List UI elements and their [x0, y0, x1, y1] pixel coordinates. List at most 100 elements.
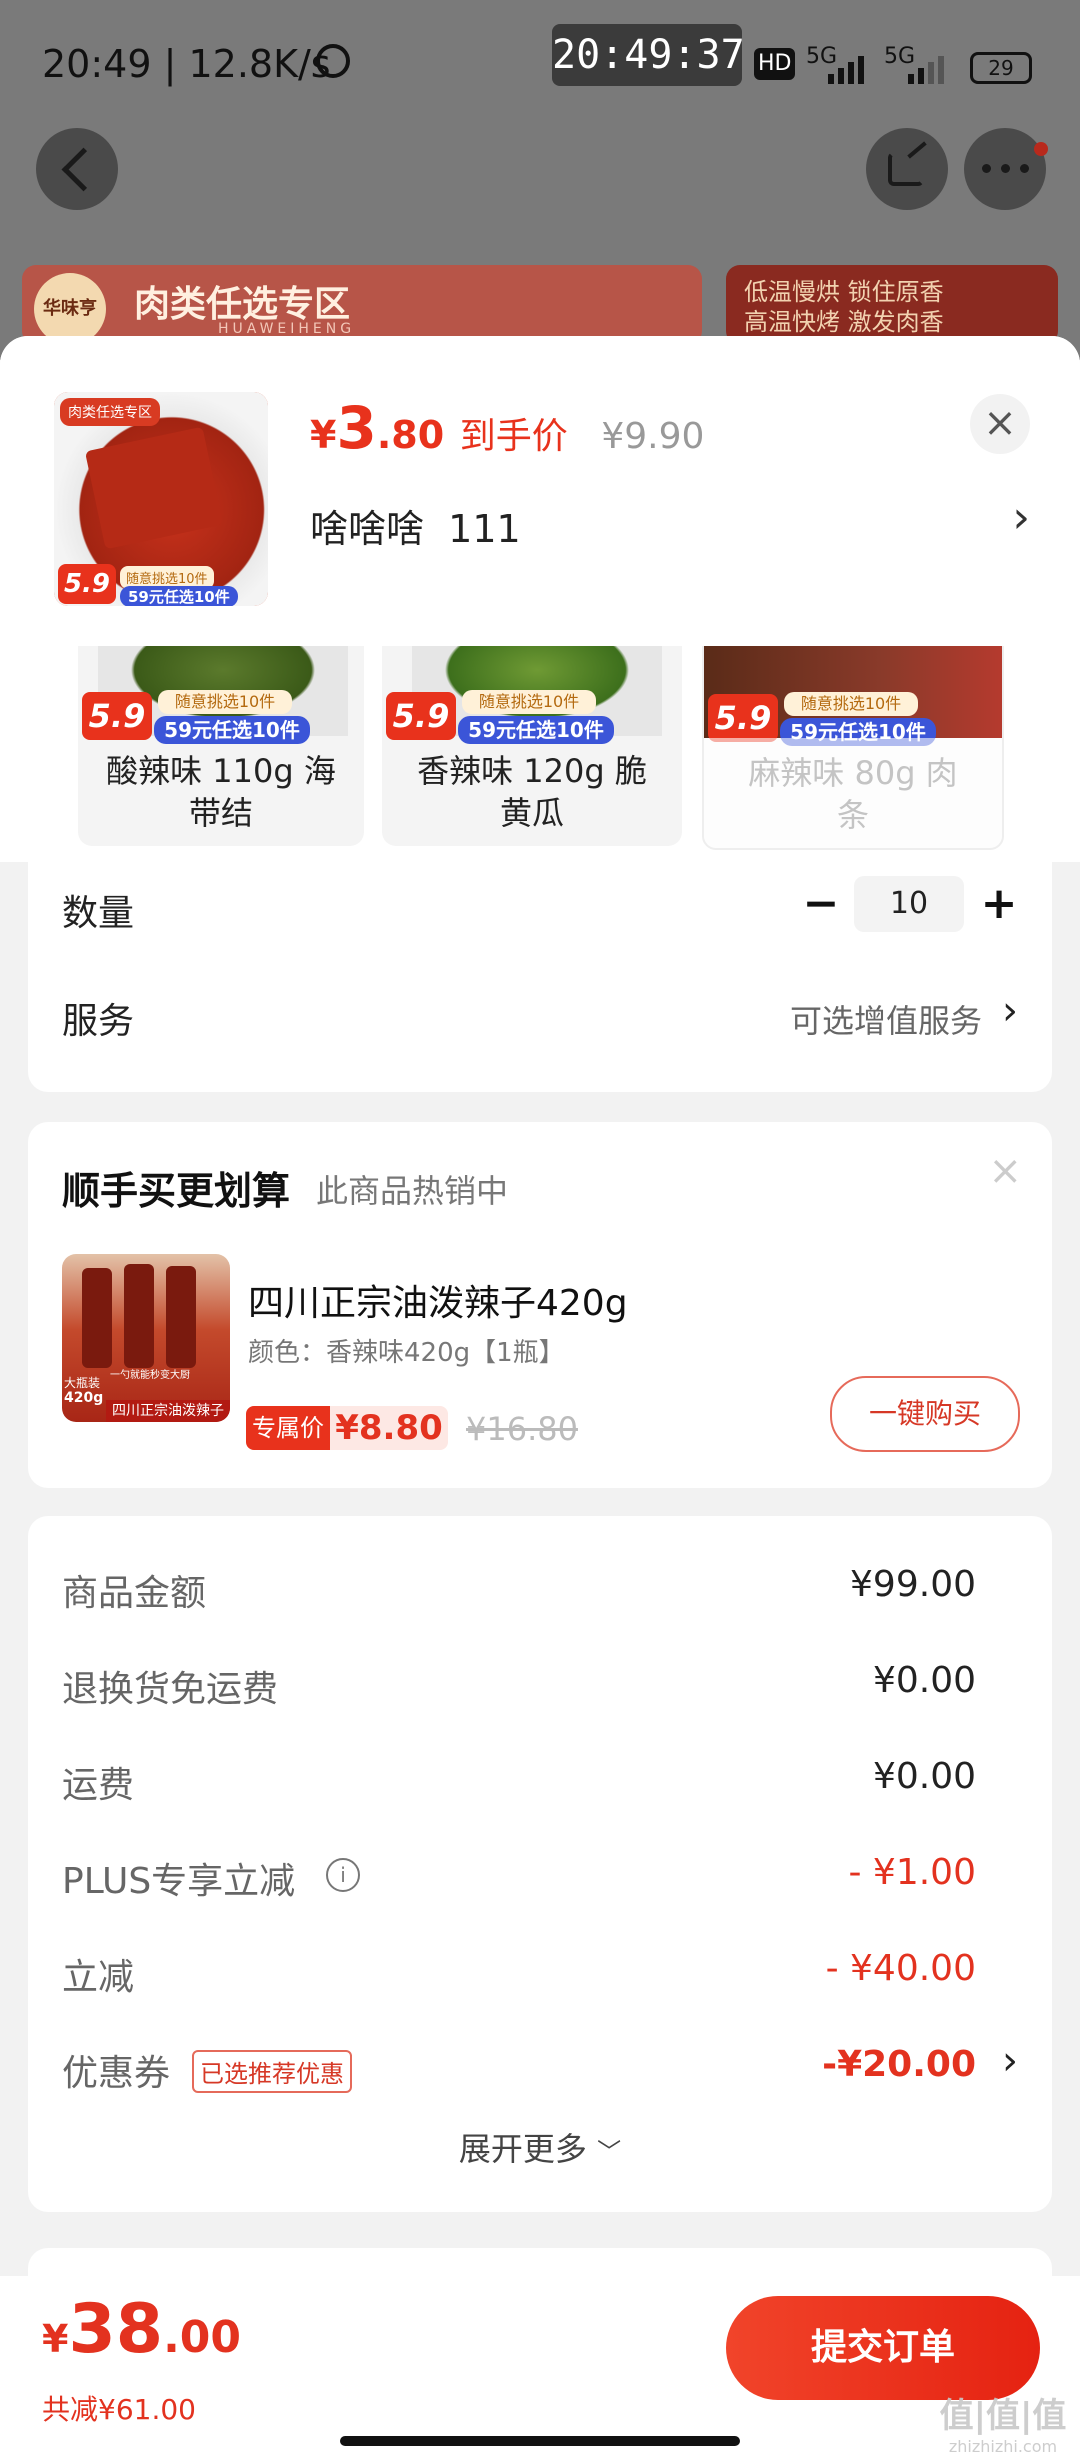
- addon-card: 顺手买更划算 此商品热销中 × 一勺就能秒变大厨 大瓶装 420g 四川正宗油泼…: [28, 1122, 1052, 1488]
- total-saved: 共减¥61.00: [42, 2393, 196, 2426]
- addon-close-button[interactable]: ×: [988, 1148, 1022, 1194]
- variant-price-badge: 5.9: [82, 692, 152, 740]
- service-row[interactable]: 服务 可选增值服务 ›: [28, 970, 1052, 1050]
- banner-title: 肉类任选专区: [134, 284, 351, 325]
- price-summary-card: 商品金额 ¥99.00 退换货免运费 ¥0.00 运费 ¥0.00 PLUS专享…: [28, 1516, 1052, 2212]
- addon-name: 四川正宗油泼辣子420g: [248, 1283, 628, 1324]
- close-icon: ×: [983, 400, 1017, 446]
- summary-row: 运费 ¥0.00: [28, 1748, 1052, 1808]
- addon-image-caption: 四川正宗油泼辣子: [106, 1400, 230, 1422]
- banner-right-line2: 高温快烤 激发肉香: [744, 308, 944, 336]
- summary-label: 立减: [62, 1957, 135, 1998]
- watermark-text: 值|值|值: [939, 2396, 1067, 2436]
- notification-dot: [1034, 142, 1048, 156]
- total-integer: 38: [68, 2290, 164, 2369]
- banner-subtitle: HUAWEIHENG: [218, 321, 356, 337]
- summary-label: PLUS专享立减: [62, 1861, 296, 1902]
- summary-value: - ¥1.00: [848, 1852, 977, 1893]
- summary-label: 运费: [62, 1765, 135, 1806]
- price-decimal: .80: [376, 413, 445, 457]
- spec-text: 啥啥啥 111: [310, 507, 521, 551]
- total-symbol: ¥: [42, 2317, 69, 2361]
- summary-row: 立减 - ¥40.00: [28, 1940, 1052, 2000]
- variant-note: 随意挑选10件: [158, 690, 292, 714]
- summary-label: 商品金额: [62, 1573, 207, 1614]
- service-value: 可选增值服务: [789, 1002, 982, 1040]
- addon-price-tag: 专属价: [246, 1406, 330, 1450]
- original-price: ¥9.90: [601, 416, 705, 457]
- summary-row: PLUS专享立减 i - ¥1.00: [28, 1844, 1052, 1904]
- final-price: ¥3.80 到手价 ¥9.90: [310, 394, 704, 462]
- variant-note: 随意挑选10件: [784, 692, 918, 716]
- watermark: 值|值|值 zhizhizhi.com: [928, 2388, 1078, 2456]
- summary-label: 优惠券: [62, 2053, 171, 2094]
- banner-baking: 低温慢烘 锁住原香 高温快烤 激发肉香: [726, 265, 1058, 345]
- watermark-sub: zhizhizhi.com: [948, 2437, 1058, 2456]
- summary-row: 商品金额 ¥99.00: [28, 1556, 1052, 1616]
- quantity-input[interactable]: 10: [854, 876, 964, 932]
- quantity-plus-button[interactable]: +: [974, 876, 1024, 932]
- home-indicator[interactable]: [340, 2436, 740, 2446]
- summary-value: -¥20.00: [822, 2044, 976, 2085]
- variant-card[interactable]: 5.9 随意挑选10件 59元任选10件 香辣味 120g 脆 黄瓜: [382, 646, 682, 846]
- price-symbol: ¥: [310, 413, 337, 457]
- info-icon[interactable]: i: [326, 1858, 360, 1892]
- product-thumbnail: 肉类任选专区 5.9 随意挑选10件 59元任选10件: [54, 392, 268, 606]
- quantity-service-card: 数量 − 10 + 服务 可选增值服务 ›: [28, 862, 1052, 1092]
- expand-more-button[interactable]: 展开更多 ﹀: [28, 2124, 1052, 2184]
- addon-image-weight: 420g: [64, 1390, 104, 1406]
- close-button[interactable]: ×: [970, 394, 1030, 454]
- total-price: ¥38.00: [42, 2290, 241, 2369]
- alarm-icon: [316, 44, 350, 78]
- service-label: 服务: [62, 1001, 135, 1042]
- signal-icon-1: [816, 52, 866, 84]
- addon-image-slogan: 一勺就能秒变大厨: [110, 1370, 190, 1381]
- addon-buy-button[interactable]: 一键购买: [830, 1376, 1020, 1452]
- more-dots-icon: [982, 164, 1030, 174]
- chevron-left-icon: [61, 147, 106, 192]
- battery-icon: 29: [970, 52, 1032, 84]
- quantity-minus-button[interactable]: −: [796, 876, 846, 932]
- variant-row: 5.9 随意挑选10件 59元任选10件 酸辣味 110g 海 带结 5.9 随…: [0, 646, 1080, 862]
- chevron-right-icon: ›: [1012, 492, 1030, 543]
- price-tag: 到手价: [459, 416, 568, 457]
- variant-label-line2: 带结: [188, 794, 253, 832]
- variant-price-badge: 5.9: [708, 694, 778, 742]
- variant-label-line1: 麻辣味 80g 肉: [748, 754, 958, 792]
- variant-label: 麻辣味 80g 肉 条: [704, 752, 1002, 836]
- banner-logo: 华味亨: [34, 273, 106, 345]
- summary-value: ¥0.00: [872, 1756, 976, 1797]
- coupon-tag: 已选推荐优惠: [192, 2050, 352, 2093]
- thumb-zone-label: 肉类任选专区: [60, 398, 160, 426]
- addon-subtitle: 此商品热销中: [316, 1172, 509, 1210]
- chevron-down-icon: ﹀: [597, 2138, 622, 2166]
- summary-value: - ¥40.00: [825, 1948, 976, 1989]
- addon-color: 颜色：香辣味420g【1瓶】: [248, 1338, 565, 1368]
- variant-blue-badge: 59元任选10件: [154, 716, 310, 744]
- share-icon: [888, 152, 924, 186]
- chevron-right-icon: ›: [1002, 2038, 1018, 2084]
- order-sheet: 肉类任选专区 5.9 随意挑选10件 59元任选10件 ¥3.80 到手价 ¥9…: [0, 336, 1080, 2460]
- clock-overlay: 20:49:37: [552, 24, 745, 86]
- variant-label-line2: 黄瓜: [499, 794, 564, 832]
- variant-card[interactable]: 5.9 随意挑选10件 59元任选10件 酸辣味 110g 海 带结: [78, 646, 364, 846]
- chevron-right-icon: ›: [1002, 988, 1018, 1034]
- expand-label: 展开更多: [458, 2130, 587, 2168]
- total-decimal: .00: [163, 2312, 242, 2363]
- back-button[interactable]: [36, 128, 118, 210]
- addon-price: ¥8.80: [330, 1406, 448, 1450]
- variant-card-disabled: 5.9 随意挑选10件 59元任选10件 麻辣味 80g 肉 条: [702, 646, 1004, 850]
- addon-image-big: 大瓶装: [64, 1376, 101, 1390]
- coupon-row[interactable]: 优惠券 已选推荐优惠 -¥20.00 ›: [28, 2036, 1052, 2096]
- hd-badge: HD: [754, 48, 796, 80]
- submit-order-button[interactable]: 提交订单: [726, 2296, 1040, 2400]
- variant-blue-badge: 59元任选10件: [458, 716, 614, 744]
- variant-label-line2: 条: [836, 796, 869, 834]
- variant-label-line1: 香辣味 120g 脆: [417, 752, 647, 790]
- selected-spec[interactable]: 啥啥啥 111 ›: [310, 492, 1030, 552]
- thumb-price-badge: 5.9: [58, 564, 116, 604]
- variant-label-line1: 酸辣味 110g 海: [106, 752, 336, 790]
- more-button[interactable]: [964, 128, 1048, 210]
- share-button[interactable]: [866, 128, 948, 210]
- quantity-label: 数量: [62, 893, 135, 934]
